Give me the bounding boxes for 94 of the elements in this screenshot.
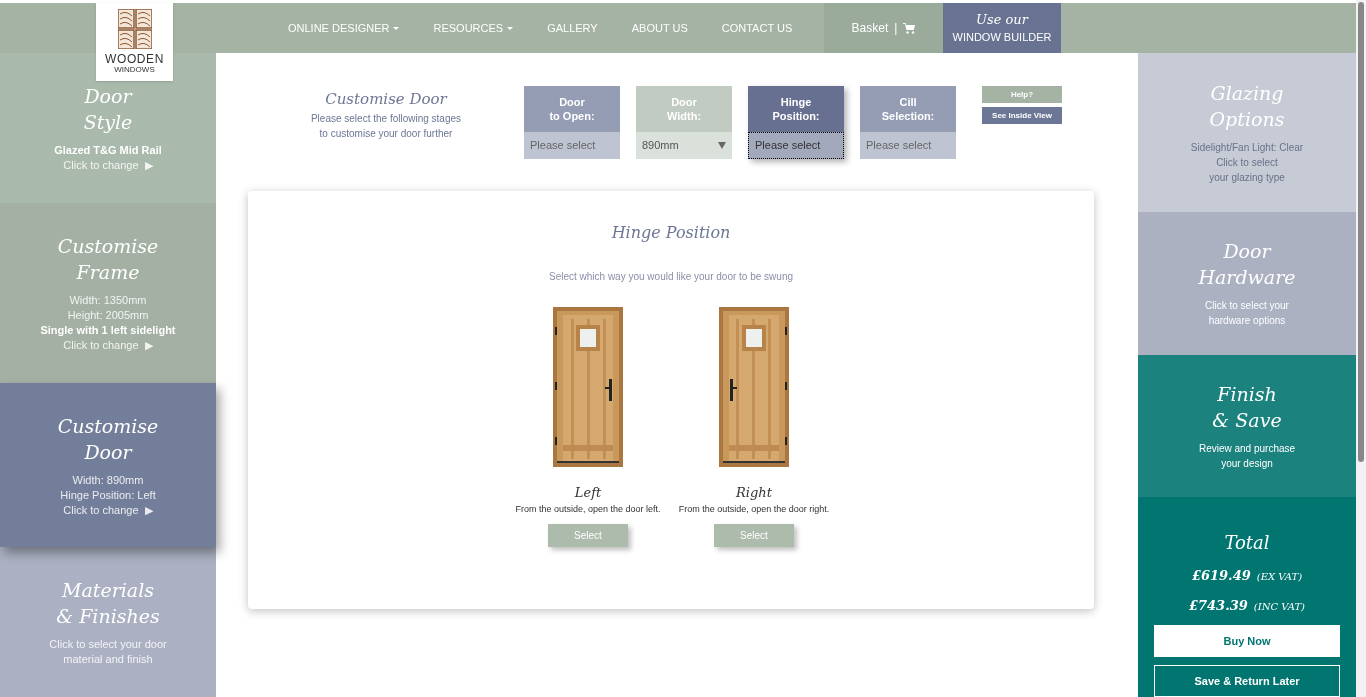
panel-title: Door xyxy=(84,439,132,465)
buy-now-button[interactable]: Buy Now xyxy=(1154,625,1340,657)
step-label: Cill xyxy=(899,95,917,109)
price-note: (EX VAT) xyxy=(1256,570,1303,584)
panel-title: Door xyxy=(84,84,132,109)
panel-title: Finish xyxy=(1217,381,1277,407)
panel-text: Glazed T&G Mid Rail xyxy=(54,143,162,158)
card-subtitle: Select which way you would like your door to be swung xyxy=(549,270,793,284)
panel-title: Options xyxy=(1209,107,1285,133)
panel-text: hardware options xyxy=(1207,314,1287,329)
click-to-change-link[interactable]: Click to change ▶ xyxy=(60,502,156,518)
click-to-change-link[interactable]: Click to change ▶ xyxy=(54,158,162,173)
panel-title: Materials xyxy=(62,578,154,603)
step-panel[interactable]: Customise Door Width: 890mm Hinge Position: Left Click to change ▶ xyxy=(0,383,216,547)
price-note: (INC VAT) xyxy=(1253,599,1305,614)
panel-title: Door xyxy=(1223,239,1271,265)
price-amount: £743.39 xyxy=(1188,596,1248,615)
panel-text: Sidelight/Fan Light: Clear xyxy=(1190,141,1304,156)
panel-title: Hardware xyxy=(1198,265,1296,291)
card-title: Hinge Position xyxy=(611,222,731,244)
panel-text: your design xyxy=(1220,456,1274,471)
panel-text: Click to select your xyxy=(1205,299,1289,314)
step-selector[interactable]: Door to Open: Please select xyxy=(524,86,620,159)
option-name: Right xyxy=(736,484,772,502)
section-title: Customise Door xyxy=(325,89,447,110)
step-selector[interactable]: Door Width: 890mm xyxy=(636,86,732,159)
caret-icon xyxy=(393,27,400,31)
panel-text: material and finish xyxy=(62,652,154,667)
step-select-value: Please select xyxy=(866,138,932,154)
option-panel[interactable]: Finish & Save Review and purchase your design xyxy=(1138,354,1356,497)
logo-name: WOODEN xyxy=(105,53,164,65)
panel-text: Height: 2005mm xyxy=(66,308,150,323)
option-description: From the outside, open the door left. xyxy=(515,502,661,516)
panel-title: Glazing xyxy=(1210,81,1284,107)
logo[interactable]: WOODEN WINDOWS xyxy=(96,3,173,81)
panel-text: Click to select your door xyxy=(49,637,167,652)
price-amount: £619.49 xyxy=(1191,567,1251,585)
panel-text: Single with 1 left sidelight xyxy=(40,323,176,338)
dropdown-caret-icon xyxy=(718,142,726,149)
option-name: Left xyxy=(574,484,602,502)
step-panel[interactable]: Materials & Finishes Click to select your door material and finish xyxy=(0,547,216,697)
nav-link[interactable]: RESOURCES xyxy=(433,19,514,37)
panel-title: & Finishes xyxy=(56,604,160,629)
builder-line2: WINDOW BUILDER xyxy=(952,32,1052,43)
step-label: Door xyxy=(559,95,585,109)
step-select-value: 890mm xyxy=(642,138,679,154)
click-to-change-link[interactable]: Click to change ▶ xyxy=(40,338,176,353)
help-button[interactable]: Help? xyxy=(982,86,1062,103)
step-label: Selection: xyxy=(881,109,935,123)
nav-link[interactable]: CONTACT US xyxy=(721,19,793,37)
panel-title: Style xyxy=(83,110,133,135)
panel-text: Review and purchase xyxy=(1198,441,1296,456)
intro-text: to customise your door further xyxy=(319,126,453,141)
panel-title: & Save xyxy=(1212,407,1282,433)
step-label: to Open: xyxy=(549,109,595,123)
panel-text: Width: 890mm xyxy=(71,472,145,488)
step-panel[interactable]: Customise Frame Width: 1350mm Height: 2005mm Single with 1 left sidelight Click to change ▶ xyxy=(0,203,216,383)
option-panel[interactable]: Door Hardware Click to select your hardware options xyxy=(1138,212,1356,355)
basket-button[interactable]: Basket | xyxy=(824,3,943,53)
total-title: Total xyxy=(1224,531,1270,555)
step-select-value: Please select xyxy=(755,138,821,154)
save-return-later-button[interactable]: Save & Return Later xyxy=(1154,665,1340,697)
help-button[interactable]: See Inside View xyxy=(982,107,1062,124)
cart-icon xyxy=(903,22,916,34)
step-selector[interactable]: Hinge Position: Please select xyxy=(748,86,844,159)
step-select-value: Please select xyxy=(530,138,596,154)
builder-line1: Use our xyxy=(976,13,1028,26)
panel-title: Customise xyxy=(57,234,159,259)
step-selector[interactable]: Cill Selection: Please select xyxy=(860,86,956,159)
scrollbar[interactable] xyxy=(1356,0,1366,697)
step-label: Door xyxy=(671,95,697,109)
logo-tagline: WINDOWS xyxy=(114,66,155,74)
nav-link[interactable]: GALLERY xyxy=(547,19,598,37)
nav-link[interactable]: ABOUT US xyxy=(631,19,688,37)
basket-label: Basket xyxy=(851,20,889,37)
window-logo-icon xyxy=(117,9,152,49)
select-button[interactable]: Select xyxy=(548,524,628,547)
panel-text: your glazing type xyxy=(1208,171,1286,186)
panel-text: Hinge Position: Left xyxy=(60,487,156,503)
step-label: Width: xyxy=(666,109,702,123)
window-builder-button[interactable]: Use our WINDOW BUILDER xyxy=(943,3,1061,53)
panel-text: Width: 1350mm xyxy=(68,293,148,308)
basket-separator: | xyxy=(894,20,898,37)
intro-text: Please select the following stages xyxy=(310,111,462,126)
option-description: From the outside, open the door right. xyxy=(678,502,830,516)
step-label: Position: xyxy=(772,109,820,123)
nav-link[interactable]: ONLINE DESIGNER xyxy=(288,19,400,37)
step-label: Hinge xyxy=(780,95,812,109)
panel-title: Frame xyxy=(76,260,140,285)
panel-text: Click to select xyxy=(1215,156,1279,171)
panel-title: Customise xyxy=(57,413,159,439)
select-button[interactable]: Select xyxy=(714,524,794,547)
option-panel[interactable]: Glazing Options Sidelight/Fan Light: Clear Click to select your glazing type xyxy=(1138,53,1356,213)
caret-icon xyxy=(507,27,514,31)
